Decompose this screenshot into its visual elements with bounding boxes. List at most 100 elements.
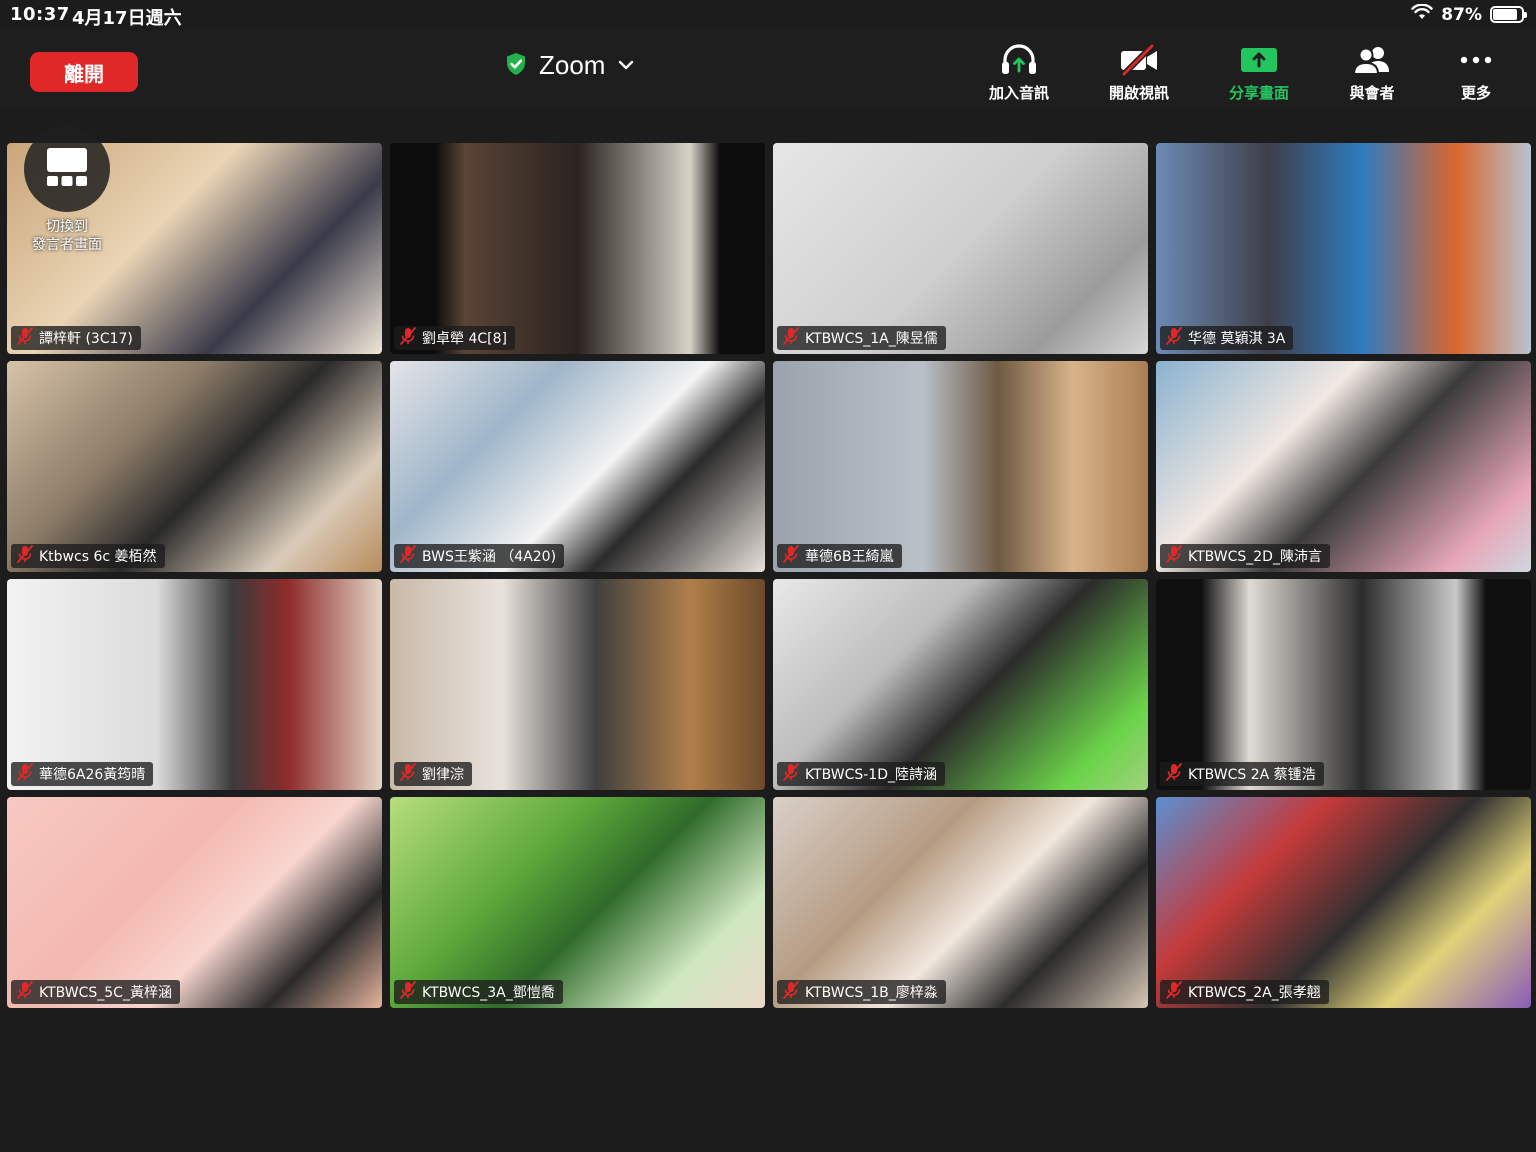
- status-bar: 10:37 4月17日週六 87%: [0, 0, 1536, 30]
- chevron-down-icon: [617, 56, 635, 75]
- participant-video-feed: [390, 143, 765, 354]
- participants-icon: [1352, 42, 1392, 78]
- meeting-title-text: Zoom: [539, 50, 606, 80]
- mic-off-icon: [15, 326, 35, 350]
- participant-video-tile[interactable]: 华德 莫穎淇 3A: [1156, 143, 1531, 354]
- participant-name-tag: KTBWCS_2A_張孝翹: [1160, 980, 1329, 1004]
- participant-video-tile[interactable]: KTBWCS 2A 蔡锺浩: [1156, 579, 1531, 790]
- participant-video-feed: [1156, 143, 1531, 354]
- participant-video-tile[interactable]: 華德6A26黃筠晴: [7, 579, 382, 790]
- participant-name: KTBWCS_2D_陳沛言: [1188, 549, 1322, 565]
- participants-label: 與會者: [1349, 84, 1395, 102]
- mic-off-icon: [15, 762, 35, 786]
- share-screen-button[interactable]: 分享畫面: [1209, 42, 1309, 106]
- participant-name-tag: 劉律淙: [394, 762, 472, 786]
- mic-off-icon: [781, 544, 801, 568]
- leave-button[interactable]: 離開: [30, 52, 138, 92]
- participant-name-tag: BWS王紫涵 （4A20): [394, 544, 565, 568]
- participant-video-feed: [7, 579, 382, 790]
- participant-name: KTBWCS 2A 蔡锺浩: [1188, 767, 1316, 783]
- zoom-meeting-screen: 10:37 4月17日週六 87% 離開 Zoom 加入音訊 開啟視訊 分享畫面…: [0, 0, 1536, 1152]
- participant-video-tile[interactable]: KTBWCS_2A_張孝翹: [1156, 797, 1531, 1008]
- participant-name-tag: KTBWCS_1A_陳昱儒: [777, 326, 946, 350]
- participant-name: 譚梓軒 (3C17): [39, 331, 133, 347]
- participants-button[interactable]: 與會者: [1322, 42, 1422, 106]
- participant-name: BWS王紫涵 （4A20): [422, 549, 557, 565]
- switch-view-label-line1: 切換到: [46, 219, 88, 235]
- battery-percent: 87%: [1441, 4, 1482, 25]
- mic-off-icon: [1164, 762, 1184, 786]
- participant-name-tag: Ktbwcs 6c 姜栢然: [11, 544, 165, 568]
- speaker-view-icon: [45, 146, 89, 192]
- participant-name-tag: KTBWCS_1B_廖梓淼: [777, 980, 946, 1004]
- mic-off-icon: [1164, 544, 1184, 568]
- participant-name: KTBWCS_1A_陳昱儒: [805, 331, 938, 347]
- battery-fill: [1493, 9, 1518, 20]
- participant-video-feed: [390, 361, 765, 572]
- mic-off-icon: [15, 980, 35, 1004]
- participant-video-tile[interactable]: KTBWCS_5C_黃梓涵: [7, 797, 382, 1008]
- participant-name-tag: KTBWCS 2A 蔡锺浩: [1160, 762, 1324, 786]
- switch-to-speaker-view-button[interactable]: 切換到 發言者畫面: [22, 126, 112, 254]
- participant-video-tile[interactable]: Ktbwcs 6c 姜栢然: [7, 361, 382, 572]
- participant-name-tag: KTBWCS-1D_陸詩涵: [777, 762, 945, 786]
- participant-name-tag: 華德6B王綺嵐: [777, 544, 902, 568]
- participant-name-tag: 華德6A26黃筠晴: [11, 762, 154, 786]
- participant-video-feed: [7, 361, 382, 572]
- mic-off-icon: [1164, 326, 1184, 350]
- status-right: 87%: [1411, 3, 1527, 25]
- participant-video-feed: [773, 579, 1148, 790]
- status-date: 4月17日週六: [72, 8, 182, 29]
- participant-name: Ktbwcs 6c 姜栢然: [39, 549, 157, 565]
- mic-off-icon: [781, 762, 801, 786]
- participant-video-tile[interactable]: BWS王紫涵 （4A20): [390, 361, 765, 572]
- participant-name-tag: KTBWCS_2D_陳沛言: [1160, 544, 1330, 568]
- start-video-button[interactable]: 開啟視訊: [1089, 42, 1189, 106]
- more-button[interactable]: 更多: [1426, 42, 1526, 106]
- participant-video-tile[interactable]: KTBWCS_2D_陳沛言: [1156, 361, 1531, 572]
- mic-off-icon: [398, 326, 418, 350]
- join-audio-button[interactable]: 加入音訊: [969, 42, 1069, 106]
- battery-icon: [1490, 6, 1527, 23]
- start-video-label: 開啟視訊: [1108, 84, 1169, 102]
- wifi-icon: [1411, 3, 1433, 25]
- participant-video-feed: [390, 579, 765, 790]
- participant-video-feed: [773, 143, 1148, 354]
- participant-video-tile[interactable]: KTBWCS-1D_陸詩涵: [773, 579, 1148, 790]
- participant-video-feed: [773, 361, 1148, 572]
- participant-name: 華德6B王綺嵐: [805, 549, 894, 565]
- participant-name: 劉卓犖 4C[8]: [422, 331, 507, 347]
- participant-name: 华德 莫穎淇 3A: [1188, 331, 1286, 347]
- meeting-title[interactable]: Zoom: [505, 50, 635, 81]
- mic-off-icon: [15, 544, 35, 568]
- participant-name: KTBWCS-1D_陸詩涵: [805, 767, 937, 783]
- switch-view-label-line2: 發言者畫面: [32, 237, 102, 253]
- participant-video-tile[interactable]: KTBWCS_1B_廖梓淼: [773, 797, 1148, 1008]
- headphones-icon: [999, 42, 1039, 78]
- mic-off-icon: [398, 980, 418, 1004]
- participant-name: KTBWCS_1B_廖梓淼: [805, 985, 938, 1001]
- participant-video-tile[interactable]: 劉卓犖 4C[8]: [390, 143, 765, 354]
- participant-name-tag: 譚梓軒 (3C17): [11, 326, 141, 350]
- participant-video-feed: [1156, 361, 1531, 572]
- status-time: 10:37: [10, 4, 70, 25]
- mic-off-icon: [781, 980, 801, 1004]
- participant-video-tile[interactable]: KTBWCS_3A_鄧愷喬: [390, 797, 765, 1008]
- participant-name: 華德6A26黃筠晴: [39, 767, 146, 783]
- video-off-icon: [1118, 42, 1160, 78]
- participant-name: 劉律淙: [422, 767, 464, 783]
- mic-off-icon: [1164, 980, 1184, 1004]
- shield-check-icon: [505, 52, 527, 80]
- mic-off-icon: [781, 326, 801, 350]
- participant-name-tag: 华德 莫穎淇 3A: [1160, 326, 1294, 350]
- share-screen-icon: [1239, 42, 1279, 78]
- mic-off-icon: [398, 762, 418, 786]
- participant-video-feed: [1156, 579, 1531, 790]
- participant-video-tile[interactable]: 劉律淙: [390, 579, 765, 790]
- switch-view-label: 切換到 發言者畫面: [22, 218, 112, 254]
- participant-video-tile[interactable]: KTBWCS_1A_陳昱儒: [773, 143, 1148, 354]
- mic-off-icon: [398, 544, 418, 568]
- participant-video-tile[interactable]: 華德6B王綺嵐: [773, 361, 1148, 572]
- meeting-toolbar: 離開 Zoom 加入音訊 開啟視訊 分享畫面 與會者 更多: [0, 30, 1536, 110]
- join-audio-label: 加入音訊: [988, 84, 1049, 102]
